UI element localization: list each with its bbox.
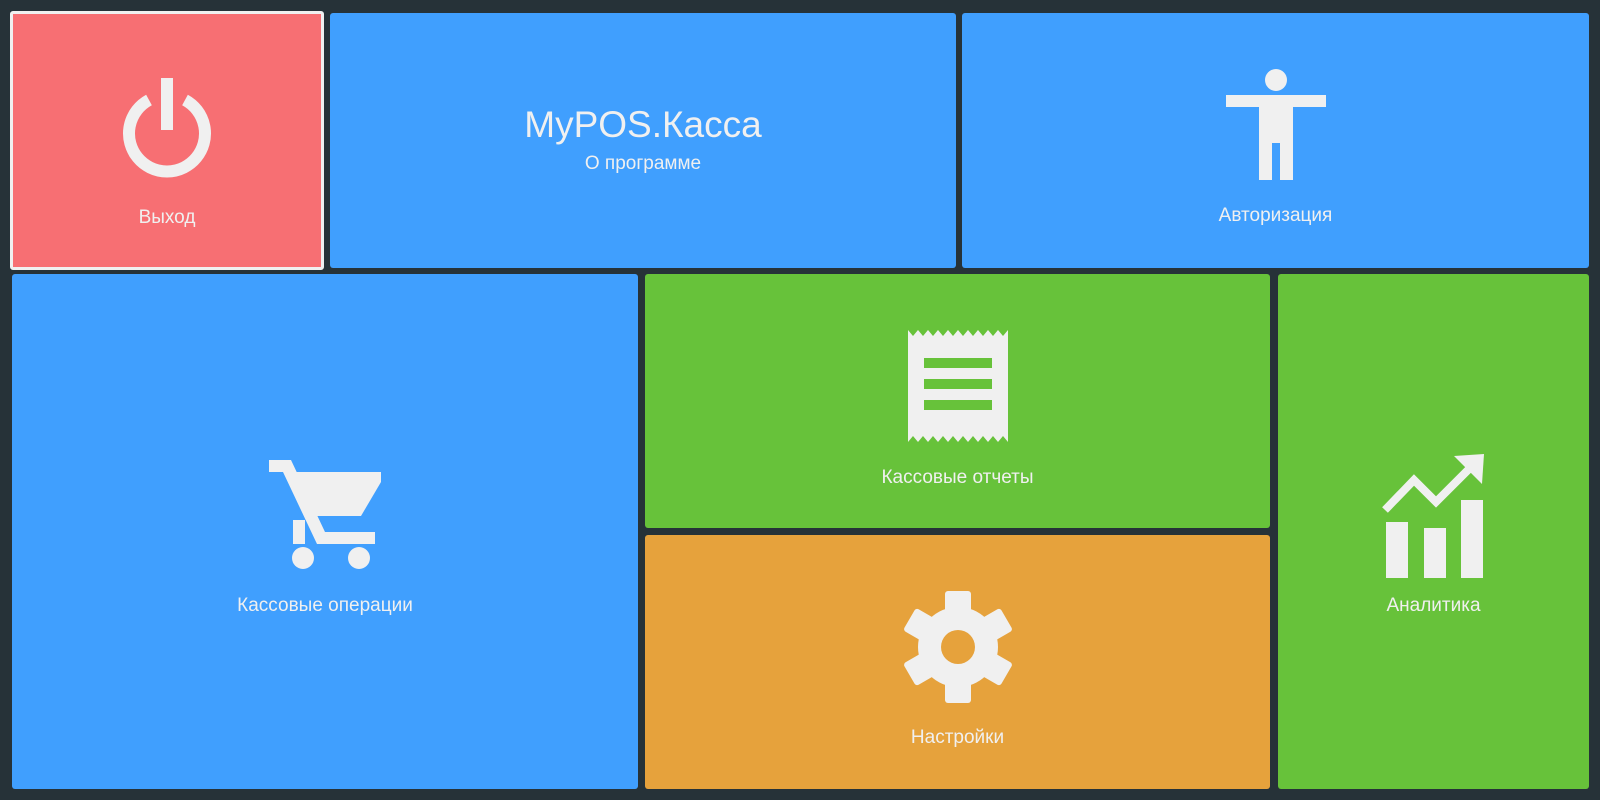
main-menu-board: Выход MyPOS.Касса О программе Авторизаци… xyxy=(0,0,1600,800)
power-icon xyxy=(119,78,215,178)
exit-tile[interactable]: Выход xyxy=(10,11,324,270)
receipt-icon xyxy=(907,330,1008,442)
chart-growth-icon xyxy=(1381,454,1486,578)
analytics-tile[interactable]: Аналитика xyxy=(1278,274,1589,789)
gear-icon xyxy=(902,591,1014,703)
settings-label: Настройки xyxy=(910,727,1005,748)
cash-operations-label: Кассовые операции xyxy=(237,595,413,616)
analytics-label: Аналитика xyxy=(1386,595,1481,616)
authorization-label: Авторизация xyxy=(1218,205,1333,226)
exit-label: Выход xyxy=(138,207,196,228)
cash-operations-tile[interactable]: Кассовые операции xyxy=(12,274,638,789)
cart-icon xyxy=(269,460,381,570)
authorization-tile[interactable]: Авторизация xyxy=(962,13,1589,268)
about-label: О программе xyxy=(584,153,702,174)
about-tile[interactable]: MyPOS.Касса О программе xyxy=(330,13,956,268)
settings-tile[interactable]: Настройки xyxy=(645,535,1270,789)
cash-reports-tile[interactable]: Кассовые отчеты xyxy=(645,274,1270,528)
cash-reports-label: Кассовые отчеты xyxy=(881,467,1034,488)
app-title: MyPOS.Касса xyxy=(524,104,762,145)
person-icon xyxy=(1225,68,1326,180)
